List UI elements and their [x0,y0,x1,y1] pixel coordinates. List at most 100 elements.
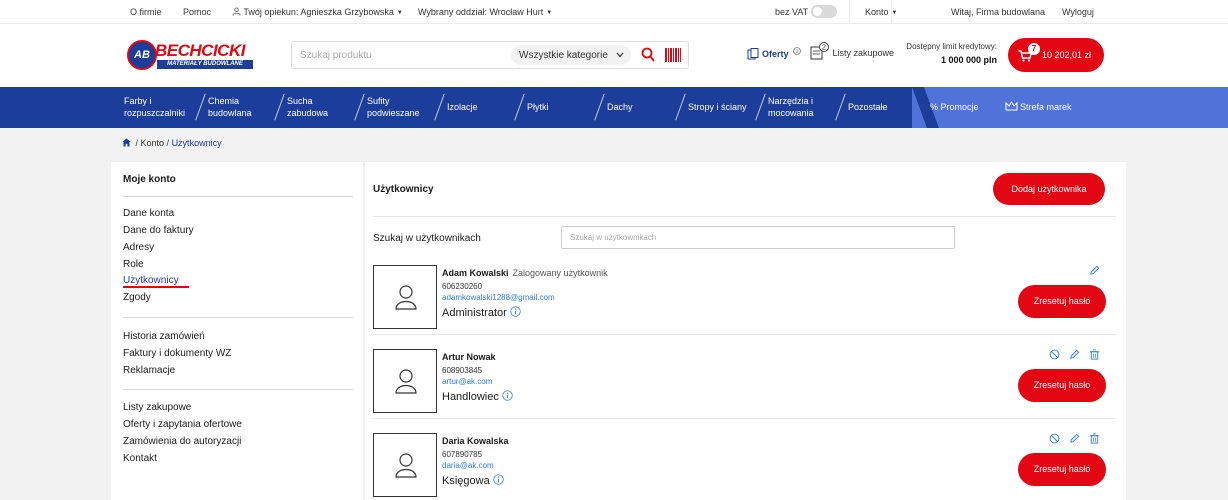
account-label: Konto [865,7,889,17]
block-icon[interactable] [1049,433,1060,444]
reset-password-button[interactable]: Zresetuj hasło [1018,453,1106,486]
nav-item-brands[interactable]: Strefa marek [1005,101,1072,113]
user-email[interactable]: adamkowalski1288@gmail.com [442,293,555,302]
cart-total: 10 202,01 zł [1042,50,1092,60]
logout-link[interactable]: Wyloguj [1062,7,1094,17]
user-phone: 607890785 [442,450,483,459]
divider [373,334,1116,335]
sidebar-item-invoices[interactable]: Faktury i dokumenty WZ [123,348,231,359]
product-search-bar: Szukaj produktu Wszystkie kategorie [291,41,689,69]
nav-item-drywall[interactable]: Sucha zabudowa [287,95,328,119]
nav-item-line: mocowania [768,108,814,118]
nav-item-walls[interactable]: Stropy i ściany [688,101,747,113]
sidebar-item-orders-authorization[interactable]: Zamówienia do autoryzacji [123,436,241,447]
welcome-text: Witaj, Firma budowlana [951,7,1046,17]
user-email[interactable]: artur@ak.com [442,377,492,386]
user-name: Adam Kowalski Zalogowany użytkownik [442,268,608,278]
divider [891,0,892,24]
logo[interactable]: AB BECHCICKI MATERIAŁY BUDOWLANE [127,40,255,72]
sidebar-item-invoice-data[interactable]: Dane do faktury [123,225,194,236]
sidebar-item-offers[interactable]: Oferty i zapytania ofertowe [123,419,242,430]
crown-icon [1005,101,1018,111]
info-icon[interactable] [493,474,504,485]
edit-icon[interactable] [1089,265,1100,276]
nav-item-line: Farby i [124,96,152,106]
sidebar-item-account-data[interactable]: Dane konta [123,208,174,219]
search-icon[interactable] [641,47,655,63]
user-email[interactable]: daria@ak.com [442,461,494,470]
vat-label: bez VAT [775,7,809,17]
product-search-input[interactable]: Szukaj produktu [300,50,372,61]
keeper-dropdown[interactable]: Twój opiekun: Agnieszka Grzybowska ▼ [232,7,403,17]
category-nav: Farby i rozpuszczalniki Chemia budowlana S… [0,87,1228,128]
nav-item-promotions[interactable]: % Promocje [930,101,979,113]
breadcrumb: / Konto / Użytkownicy [122,138,222,148]
sidebar-item-roles[interactable]: Role [123,259,144,270]
account-dropdown[interactable]: Konto ▼ [865,7,897,17]
info-icon [793,47,801,55]
trash-icon[interactable] [1089,349,1100,360]
help-link[interactable]: Pomoc [183,7,211,17]
nav-item-line: zabudowa [287,108,329,118]
sidebar-item-addresses[interactable]: Adresy [123,242,154,253]
reset-password-button[interactable]: Zresetuj hasło [1018,285,1106,318]
offers-link[interactable]: Oferty [747,47,801,60]
nav-item-tools[interactable]: Narzędzia i mocowania [768,95,814,119]
block-icon[interactable] [1049,349,1060,360]
nav-item-tiles[interactable]: Płytki [527,101,549,113]
nav-item-roofs[interactable]: Dachy [607,101,633,113]
offers-icon [747,48,759,60]
sidebar-item-consents[interactable]: Zgody [123,292,151,303]
user-search-input[interactable]: Szukaj w użytkownikach [561,226,955,249]
divider [849,0,850,24]
user-role-text: Handlowiec [442,391,499,403]
breadcrumb-account[interactable]: / Konto / [136,138,170,148]
category-select[interactable]: Wszystkie kategorie [511,45,631,65]
nav-item-ceilings[interactable]: Sufity podwieszane [367,95,420,119]
barcode-icon[interactable] [665,48,681,62]
chevron-down-icon: ▼ [891,10,898,16]
edit-icon[interactable] [1069,349,1080,360]
avatar [373,433,437,497]
user-role-text: Księgowa [442,475,490,487]
credit-limit-value: 1 000 000 pln [940,55,997,65]
branch-dropdown[interactable]: Wybrany oddział: Wrocław Hurt ▼ [418,7,552,17]
nav-item-line: rozpuszczalniki [124,108,186,118]
sidebar-item-users[interactable]: Użytkownicy [123,275,179,286]
nav-divider [675,93,686,121]
nav-item-chemistry[interactable]: Chemia budowlana [208,95,252,119]
divider [373,418,1116,419]
divider [123,317,353,318]
about-link[interactable]: O firmie [130,7,162,17]
info-icon[interactable] [502,390,513,401]
vat-toggle[interactable] [811,5,837,18]
user-role: Administrator [442,306,521,319]
user-card: Artur Nowak 608903845 artur@ak.com Handl… [373,349,1116,429]
user-card: Adam Kowalski Zalogowany użytkownik 60623… [373,265,1116,345]
user-phone: 608903845 [442,366,483,375]
user-role-text: Administrator [442,307,507,319]
cart-count-badge: 7 [1028,43,1040,55]
sidebar-item-order-history[interactable]: Historia zamówień [123,331,205,342]
lists-badge: 2 [822,45,826,52]
sidebar-item-shopping-lists[interactable]: Listy zakupowe [123,402,191,413]
home-icon[interactable] [122,138,131,147]
nav-item-line: Narzędzia i [768,96,814,106]
info-icon[interactable] [510,306,521,317]
cart-button[interactable]: 7 10 202,01 zł [1008,38,1104,72]
nav-item-insulation[interactable]: Izolacje [447,101,478,113]
sidebar-item-contact[interactable]: Kontakt [123,453,157,464]
edit-icon[interactable] [1069,433,1080,444]
user-name-text: Adam Kowalski [442,268,509,278]
nav-item-line: budowlana [208,108,252,118]
nav-divider [755,93,766,121]
nav-item-other[interactable]: Pozostałe [848,101,888,113]
nav-item-paints[interactable]: Farby i rozpuszczalniki [124,95,185,119]
add-user-button[interactable]: Dodaj użytkownika [993,173,1105,205]
trash-icon[interactable] [1089,433,1100,444]
sidebar-item-complaints[interactable]: Reklamacje [123,365,175,376]
reset-password-button[interactable]: Zresetuj hasło [1018,369,1106,402]
shopping-lists-link[interactable]: 2 Listy zakupowe [810,42,894,60]
account-sidebar: Moje konto Dane konta Dane do faktury Ad… [111,162,363,500]
user-silhouette-icon [395,453,417,478]
